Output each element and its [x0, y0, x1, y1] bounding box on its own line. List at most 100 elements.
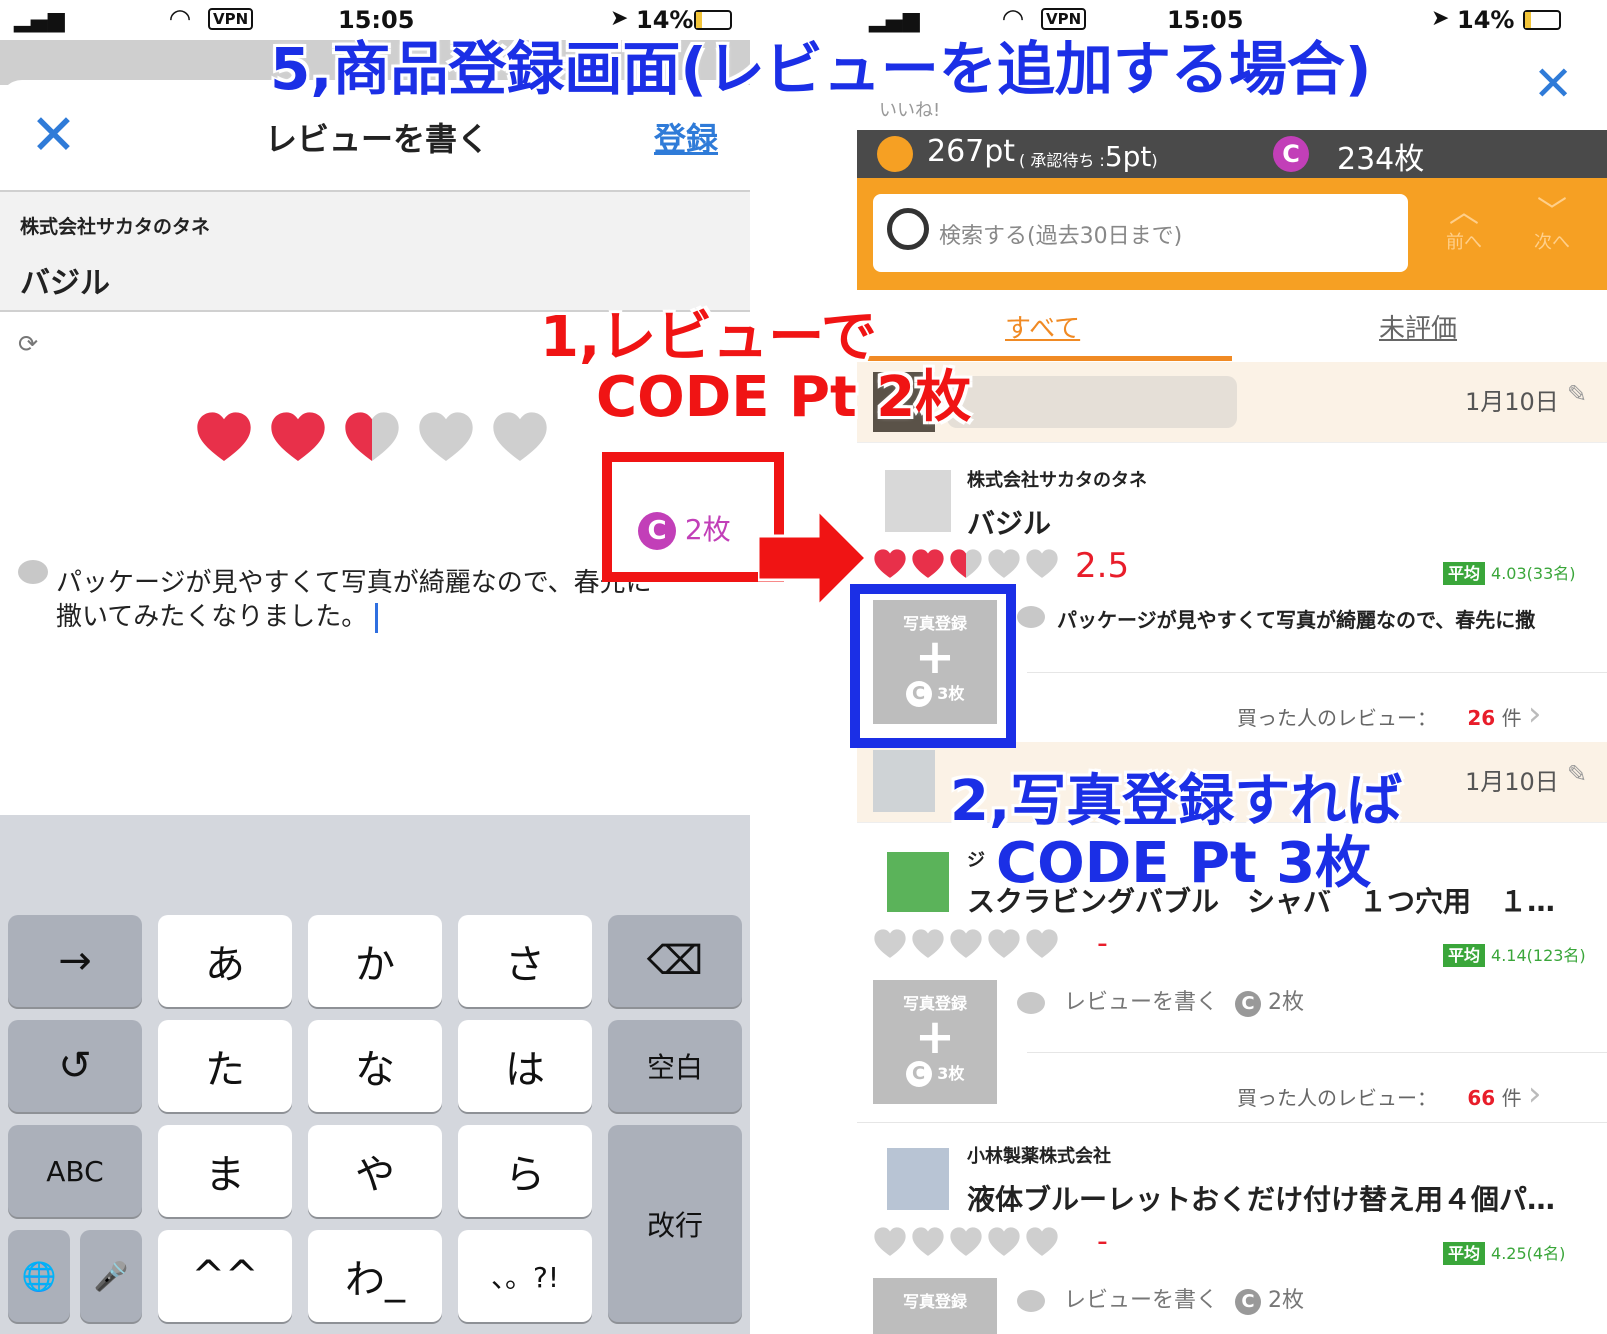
key-r2-3[interactable]: は: [458, 1020, 592, 1112]
heart-icon: [873, 548, 907, 582]
key-r2-4[interactable]: 空白: [608, 1020, 742, 1112]
heart-icon[interactable]: [269, 410, 327, 468]
plus-icon: +: [914, 1009, 956, 1065]
prev-button[interactable]: ︿ 前へ: [1433, 198, 1495, 254]
photo-register-button[interactable]: 写真登録: [873, 1278, 997, 1334]
close-icon[interactable]: ✕: [1533, 60, 1573, 108]
vpn-badge: VPN: [208, 8, 254, 30]
search-icon: [887, 208, 929, 250]
edit-icon[interactable]: ✎: [1567, 760, 1587, 788]
close-icon[interactable]: ✕: [30, 108, 77, 164]
write-review-link[interactable]: レビューを書く C 2枚: [1017, 984, 1304, 1017]
blurred-shop-name: [947, 376, 1237, 428]
item1-name[interactable]: バジル: [967, 502, 1051, 542]
search-bar: 検索する(過去30日まで) ︿ 前へ ﹀ 次へ: [857, 178, 1607, 290]
product-image-bubble: [887, 852, 949, 912]
key-r1-1[interactable]: あ: [158, 915, 292, 1007]
heart-icon[interactable]: [343, 410, 401, 468]
key-r1-4[interactable]: ⌫: [608, 915, 742, 1007]
overlay-title: 5,商品登録画面(レビューを追加する場合): [270, 35, 1372, 103]
key-r3-0[interactable]: ABC: [8, 1125, 142, 1217]
review-text-content: 撒いてみたくなりました。: [56, 602, 368, 632]
coin-icon: C: [1273, 136, 1309, 172]
item3-average: 平均 4.25(4名): [1443, 1240, 1565, 1265]
item3-name[interactable]: 液体ブルーレットおくだけ付け替え用４個パ…: [967, 1178, 1555, 1218]
key-r3-2[interactable]: や: [308, 1125, 442, 1217]
heart-icon: [949, 548, 983, 582]
tab-all[interactable]: すべて: [1005, 308, 1080, 345]
product-image-bottle: [885, 470, 951, 532]
key-r1-2[interactable]: か: [308, 915, 442, 1007]
review-text-line-2[interactable]: 撒いてみたくなりました。: [56, 596, 379, 633]
heart-icon: [987, 548, 1021, 582]
item3-score: -: [1097, 1224, 1108, 1259]
wifi-icon: ◠: [170, 4, 190, 34]
search-box[interactable]: 検索する(過去30日まで): [873, 194, 1408, 272]
write-review-coins: 2枚: [1268, 1288, 1305, 1313]
heart-icon: [987, 928, 1021, 962]
edit-icon[interactable]: ✎: [1567, 380, 1587, 408]
buyers-count: 66: [1467, 1086, 1496, 1110]
heart-icon: [911, 1226, 945, 1260]
comment-icon: [18, 560, 48, 584]
key-r4-3[interactable]: わ_: [308, 1230, 442, 1322]
prev-label: 前へ: [1446, 232, 1482, 253]
heart-icon: [1025, 1226, 1059, 1260]
item1-average: 平均 4.03(33名): [1443, 560, 1576, 585]
key-r1-0[interactable]: →: [8, 915, 142, 1007]
write-review-link[interactable]: レビューを書く C 2枚: [1017, 1282, 1304, 1315]
heart-icon[interactable]: [491, 410, 549, 468]
key-r2-1[interactable]: た: [158, 1020, 292, 1112]
battery-icon: [1523, 10, 1561, 30]
overlay-coin-badge: C 2枚: [638, 508, 731, 550]
photo-coin-row: C 3枚: [873, 1060, 997, 1087]
refresh-icon[interactable]: ⟳: [18, 330, 38, 358]
globe-key[interactable]: 🌐: [8, 1230, 70, 1322]
heart-icon: [1025, 928, 1059, 962]
coin-icon: C: [1235, 990, 1262, 1017]
key-r2-2[interactable]: な: [308, 1020, 442, 1112]
item3-hearts: [873, 1226, 1063, 1266]
chevron-right-icon: ›: [1527, 694, 1542, 734]
points-bar: 267pt ( 承認待ち :5pt) C 234枚: [857, 130, 1607, 178]
order-thumbnail: [873, 750, 935, 812]
item2-maker: ジ: [967, 850, 985, 871]
search-input[interactable]: 検索する(過去30日まで): [939, 218, 1182, 250]
product-maker: 株式会社サカタのタネ: [20, 216, 211, 238]
review-text-line-1[interactable]: パッケージが見やすくて写真が綺麗なので、春先に: [56, 562, 652, 599]
heart-icon[interactable]: [195, 410, 253, 468]
key-r1-3[interactable]: さ: [458, 915, 592, 1007]
item1-divider: [1027, 672, 1607, 673]
pending-suffix: ): [1151, 151, 1158, 170]
count-unit: 件: [1501, 1086, 1522, 1110]
item2-average: 平均 4.14(123名): [1443, 942, 1586, 967]
comment-icon: [1017, 1290, 1045, 1312]
item2-buyers-link[interactable]: 買った人のレビュー： 66 件 ›: [1237, 1074, 1542, 1114]
battery-percent: 14%: [1457, 6, 1515, 34]
next-button[interactable]: ﹀ 次へ: [1521, 198, 1583, 254]
coin-icon: C: [905, 1060, 932, 1087]
key-r3-1[interactable]: ま: [158, 1125, 292, 1217]
enter-key[interactable]: 改行: [608, 1125, 742, 1322]
item1-buyers-link[interactable]: 買った人のレビュー： 26 件 ›: [1237, 694, 1542, 734]
key-r2-0[interactable]: ↺: [8, 1020, 142, 1112]
rating-hearts[interactable]: [195, 410, 575, 480]
item1-maker: 株式会社サカタのタネ: [967, 470, 1147, 491]
heart-icon: [911, 548, 945, 582]
product-name: バジル: [20, 266, 110, 301]
photo-register-button[interactable]: 写真登録 + C 3枚: [873, 980, 997, 1104]
pending-value: 5pt: [1104, 140, 1152, 173]
section-divider: [857, 1122, 1607, 1123]
tab-unrated[interactable]: 未評価: [1379, 308, 1457, 345]
coin-count: 234枚: [1337, 142, 1425, 177]
heart-icon: [873, 928, 907, 962]
key-r4-2[interactable]: ^^: [158, 1230, 292, 1322]
key-r3-3[interactable]: ら: [458, 1125, 592, 1217]
mic-key[interactable]: 🎤: [80, 1230, 142, 1322]
heart-icon[interactable]: [417, 410, 475, 468]
register-button[interactable]: 登録: [654, 114, 718, 160]
chevron-up-icon: ︿: [1449, 195, 1479, 230]
product-image-bluelet: [887, 1148, 949, 1210]
key-r4-4[interactable]: 、。?!: [458, 1230, 592, 1322]
heart-icon: [949, 928, 983, 962]
